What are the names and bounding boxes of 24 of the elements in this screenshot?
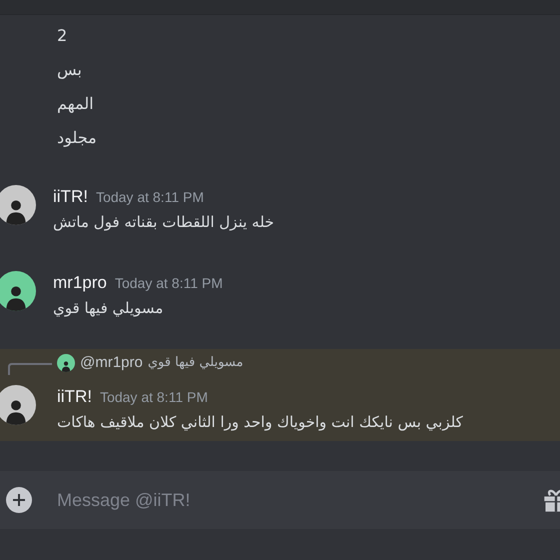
message-text: 2 [57,25,68,47]
avatar[interactable] [57,354,75,372]
add-attachment-button[interactable] [6,487,32,513]
reply-preview-text[interactable]: مسويلي فيها قوي [148,353,244,373]
timestamp: Today at 8:11 PM [114,274,223,293]
message-text: بس [57,59,82,81]
reply-username[interactable]: @mr1pro [80,352,143,374]
avatar[interactable] [0,385,36,425]
username[interactable]: iiTR! [53,184,88,210]
avatar[interactable] [0,271,36,311]
message-text: المهم [57,93,94,115]
plus-icon [12,493,26,507]
message-text: مجلود [57,127,97,149]
message-composer[interactable]: Message @iiTR! [0,471,560,529]
username[interactable]: mr1pro [53,270,107,296]
message-text: مسويلي فيها قوي [53,298,164,319]
message-text: كلزبي بس نايكك انت واخوياك واحد ورا الثاني كلان ملاقيف هاكات [57,412,463,433]
timestamp: Today at 8:11 PM [96,188,204,207]
reply-connector-line [8,363,52,375]
avatar[interactable] [0,185,36,225]
timestamp: Today at 8:11 PM [100,388,208,407]
username[interactable]: iiTR! [57,384,92,410]
message-input[interactable]: Message @iiTR! [57,486,477,514]
message-text: خله ينزل اللقطات بقناته فول ماتش [53,212,274,233]
